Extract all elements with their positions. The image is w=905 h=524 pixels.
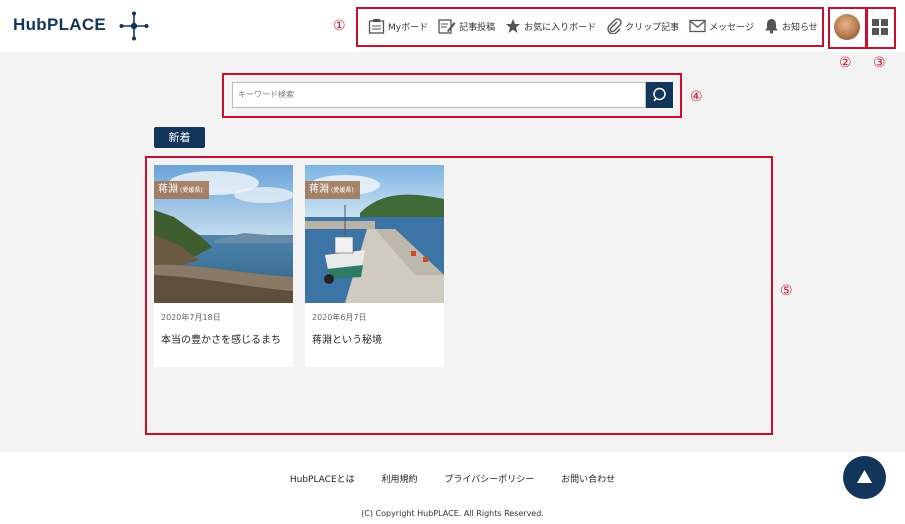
nav-favorite-board[interactable]: お気に入りボード [505,18,596,34]
star-icon [506,19,521,33]
footer: HubPLACEとは 利用規約 プライバシーポリシー お問い合わせ (C) Co… [0,452,905,524]
footer-link-terms[interactable]: 利用規約 [382,475,418,485]
callout-2: ② [839,55,852,71]
avatar[interactable] [834,14,860,40]
nav-label: Myボード [388,22,429,33]
article-date: 2020年6月7日 [312,313,367,322]
nav-label: お知らせ [781,22,818,33]
article-title[interactable]: 本当の豊かさを感じるまち [161,331,281,346]
nav-my-board[interactable]: Myボード [368,18,428,35]
logo-text[interactable]: HubPLACE [13,15,106,35]
nav-clipped-articles[interactable]: クリップ記事 [606,18,679,34]
edit-icon [438,18,456,34]
article-date: 2020年7月18日 [161,313,221,322]
back-to-top-button[interactable] [843,456,886,499]
envelope-icon [689,19,706,33]
nav-post-article[interactable]: 記事投稿 [438,18,495,35]
search-button[interactable] [646,82,673,108]
location-tag-prefecture: (愛媛県) [180,187,203,194]
footer-links: HubPLACEとは 利用規約 プライバシーポリシー お問い合わせ [0,472,905,485]
article-card[interactable]: 蒋淵 (愛媛県) 2020年6月7日 蒋淵という秘境 [305,165,444,367]
nav-notifications[interactable]: お知らせ [764,18,818,34]
article-title[interactable]: 蒋淵という秘境 [312,331,382,346]
main-nav: Myボード 記事投稿 お気に入りボード クリップ記事 メッセージ お知らせ [368,8,828,44]
paperclip-icon [607,18,622,34]
grid-menu-icon[interactable] [872,19,888,35]
arrow-up-icon [857,470,872,483]
location-tag-name: 蒋淵 [158,184,178,195]
footer-link-about[interactable]: HubPLACEとは [290,475,355,485]
location-tag: 蒋淵 (愛媛県) [154,181,209,199]
nav-label: クリップ記事 [625,22,680,33]
nav-messages[interactable]: メッセージ [689,19,754,33]
article-card[interactable]: 蒋淵 (愛媛県) 2020年7月18日 本当の豊かさを感じるまち [154,165,293,367]
location-tag: 蒋淵 (愛媛県) [305,181,360,199]
footer-link-contact[interactable]: お問い合わせ [561,475,615,485]
section-label-new: 新着 [154,127,205,148]
callout-1: ① [333,18,346,34]
search-input[interactable]: キーワード検索 [232,82,646,108]
location-tag-name: 蒋淵 [309,184,329,195]
nav-label: メッセージ [709,22,754,33]
search-icon [653,87,666,102]
nav-label: お気に入りボード [524,22,597,33]
callout-4: ④ [690,89,703,105]
footer-link-privacy[interactable]: プライバシーポリシー [444,475,534,485]
board-icon [368,18,385,34]
nav-label: 記事投稿 [459,22,496,33]
bell-icon [764,19,778,34]
location-tag-prefecture: (愛媛県) [331,187,354,194]
header: HubPLACE ① Myボード 記事投稿 お気に入りボード クリップ記事 メッ… [0,0,905,52]
copyright: (C) Copyright HubPLACE. All Rights Reser… [361,509,544,518]
logo-mark-icon[interactable] [119,11,149,41]
callout-3: ③ [873,55,886,71]
callout-5: ⑤ [780,283,793,299]
